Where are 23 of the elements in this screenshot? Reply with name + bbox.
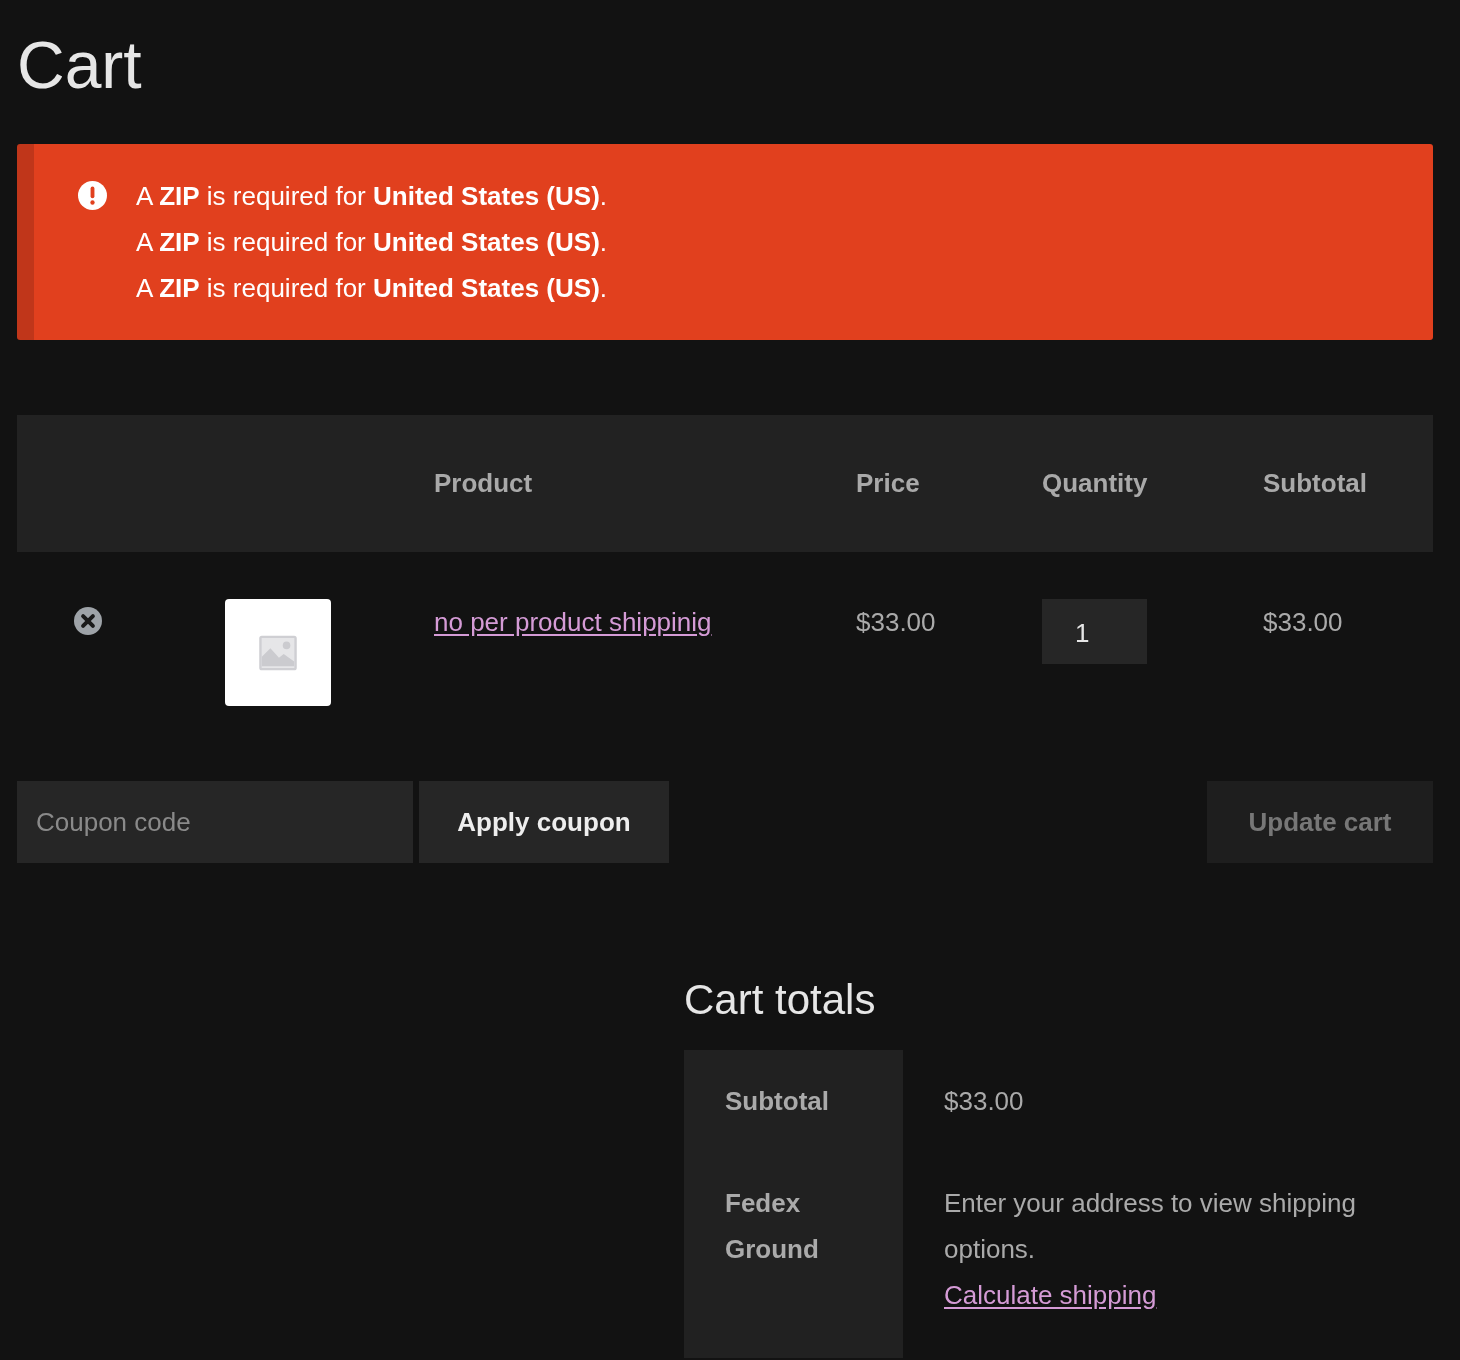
- product-link[interactable]: no per product shippinig: [434, 599, 712, 645]
- error-message: A ZIP is required for United States (US).: [136, 272, 608, 305]
- page-title: Cart: [17, 27, 143, 98]
- apply-coupon-button[interactable]: Apply coupon: [419, 781, 669, 863]
- row-label: Fedex Ground: [684, 1152, 903, 1358]
- column-header: Quantity: [1042, 468, 1149, 499]
- calculate-shipping-link[interactable]: Calculate shipping: [944, 1272, 1157, 1318]
- error-message: A ZIP is required for United States (US).: [136, 180, 608, 213]
- quantity-field[interactable]: 1: [1042, 599, 1147, 664]
- remove-icon[interactable]: [74, 607, 102, 635]
- column-header: Price: [856, 468, 921, 499]
- row-label: Subtotal: [684, 1050, 903, 1152]
- amount-value: $33.00: [944, 1086, 1024, 1116]
- coupon-field[interactable]: Coupon code: [17, 781, 413, 863]
- alert-icon: [78, 181, 107, 210]
- shipping-note: Enter your address to view shipping options.: [944, 1187, 1357, 1266]
- subtotal-cell-text: $33.00: [1263, 606, 1343, 639]
- image-icon: [259, 633, 297, 672]
- section-title: Cart totals: [684, 979, 877, 1021]
- price-cell-text: $33.00: [856, 606, 936, 639]
- column-header: Product: [434, 468, 534, 499]
- column-header: Subtotal: [1263, 468, 1368, 499]
- error-message: A ZIP is required for United States (US).: [136, 226, 608, 259]
